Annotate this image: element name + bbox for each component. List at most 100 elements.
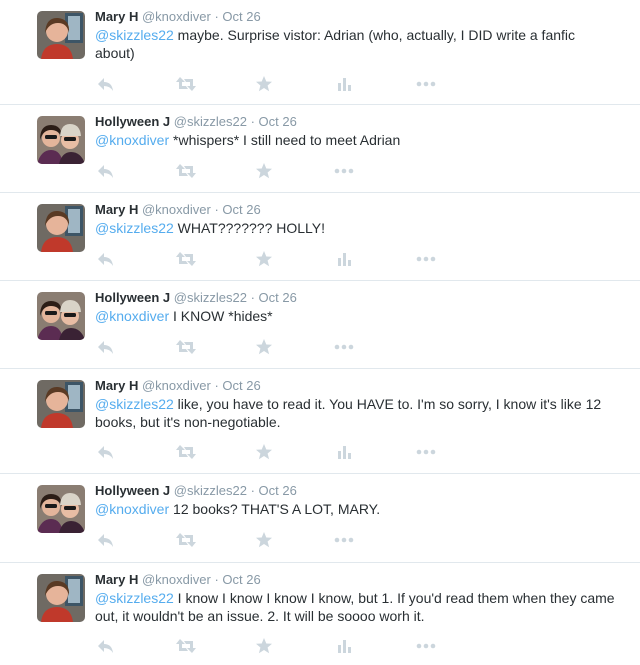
favorite-star-icon[interactable] — [253, 530, 275, 550]
retweet-icon[interactable] — [175, 161, 197, 181]
separator: · — [250, 483, 259, 498]
avatar[interactable] — [37, 204, 85, 252]
more-options-icon[interactable] — [333, 161, 355, 181]
tweet-header: Hollyween J @skizzles22 · Oct 26 — [95, 482, 297, 500]
tweet-timestamp[interactable]: Oct 26 — [259, 290, 297, 305]
avatar[interactable] — [37, 116, 85, 164]
stats-icon[interactable] — [333, 636, 355, 656]
mention-link[interactable]: @skizzles22 — [95, 220, 174, 236]
avatar[interactable] — [37, 485, 85, 533]
more-options-icon[interactable] — [415, 74, 437, 94]
user-handle[interactable]: @skizzles22 — [174, 483, 247, 498]
favorite-star-icon[interactable] — [253, 636, 275, 656]
favorite-star-icon[interactable] — [253, 74, 275, 94]
reply-icon[interactable] — [95, 636, 117, 656]
avatar[interactable] — [37, 11, 85, 59]
reply-icon[interactable] — [95, 337, 117, 357]
user-handle[interactable]: @skizzles22 — [174, 290, 247, 305]
reply-icon[interactable] — [95, 442, 117, 462]
tweet-header: Mary H @knoxdiver · Oct 26 — [95, 571, 261, 589]
user-handle[interactable]: @knoxdiver — [142, 572, 211, 587]
user-handle[interactable]: @knoxdiver — [142, 378, 211, 393]
more-options-icon[interactable] — [415, 249, 437, 269]
reply-icon[interactable] — [95, 530, 117, 550]
user-name[interactable]: Hollyween J — [95, 114, 170, 129]
tweet[interactable]: Hollyween J @skizzles22 · Oct 26 @knoxdi… — [0, 281, 640, 369]
favorite-star-icon[interactable] — [253, 249, 275, 269]
reply-icon[interactable] — [95, 74, 117, 94]
tweet-timestamp[interactable]: Oct 26 — [222, 9, 260, 24]
tweet-timestamp[interactable]: Oct 26 — [259, 483, 297, 498]
avatar[interactable] — [37, 574, 85, 622]
reply-icon[interactable] — [95, 249, 117, 269]
tweet-header: Mary H @knoxdiver · Oct 26 — [95, 377, 261, 395]
favorite-star-icon[interactable] — [253, 337, 275, 357]
tweet[interactable]: Hollyween J @skizzles22 · Oct 26 @knoxdi… — [0, 105, 640, 193]
tweet-body: *whispers* I still need to meet Adrian — [169, 132, 401, 148]
tweet-actions — [95, 249, 455, 269]
mention-link[interactable]: @knoxdiver — [95, 501, 169, 517]
user-name[interactable]: Mary H — [95, 572, 138, 587]
tweet-header: Hollyween J @skizzles22 · Oct 26 — [95, 289, 297, 307]
tweet-header: Mary H @knoxdiver · Oct 26 — [95, 201, 261, 219]
mention-link[interactable]: @skizzles22 — [95, 27, 174, 43]
mention-link[interactable]: @skizzles22 — [95, 396, 174, 412]
tweet-text: @knoxdiver I KNOW *hides* — [95, 307, 615, 325]
avatar[interactable] — [37, 380, 85, 428]
user-name[interactable]: Mary H — [95, 9, 138, 24]
tweet-actions — [95, 442, 455, 462]
tweet[interactable]: Hollyween J @skizzles22 · Oct 26 @knoxdi… — [0, 474, 640, 563]
tweet-text: @knoxdiver *whispers* I still need to me… — [95, 131, 615, 149]
tweet-actions — [95, 161, 455, 181]
retweet-icon[interactable] — [175, 636, 197, 656]
user-handle[interactable]: @knoxdiver — [142, 202, 211, 217]
tweet-text: @skizzles22 WHAT??????? HOLLY! — [95, 219, 615, 237]
user-name[interactable]: Mary H — [95, 378, 138, 393]
tweet-timestamp[interactable]: Oct 26 — [222, 572, 260, 587]
mention-link[interactable]: @skizzles22 — [95, 590, 174, 606]
favorite-star-icon[interactable] — [253, 442, 275, 462]
tweet-header: Hollyween J @skizzles22 · Oct 26 — [95, 113, 297, 131]
favorite-star-icon[interactable] — [253, 161, 275, 181]
tweet-timestamp[interactable]: Oct 26 — [222, 378, 260, 393]
more-options-icon[interactable] — [333, 530, 355, 550]
tweet-timestamp[interactable]: Oct 26 — [222, 202, 260, 217]
tweet-actions — [95, 636, 455, 656]
more-options-icon[interactable] — [333, 337, 355, 357]
tweet[interactable]: Mary H @knoxdiver · Oct 26 @skizzles22 W… — [0, 193, 640, 281]
user-name[interactable]: Hollyween J — [95, 290, 170, 305]
stats-icon[interactable] — [333, 74, 355, 94]
avatar[interactable] — [37, 292, 85, 340]
more-options-icon[interactable] — [415, 636, 437, 656]
tweet-timestamp[interactable]: Oct 26 — [259, 114, 297, 129]
retweet-icon[interactable] — [175, 74, 197, 94]
separator: · — [250, 290, 259, 305]
tweet-text: @skizzles22 like, you have to read it. Y… — [95, 395, 615, 431]
tweet-actions — [95, 530, 455, 550]
tweet-body: I KNOW *hides* — [169, 308, 273, 324]
stats-icon[interactable] — [333, 249, 355, 269]
more-options-icon[interactable] — [415, 442, 437, 462]
retweet-icon[interactable] — [175, 530, 197, 550]
retweet-icon[interactable] — [175, 249, 197, 269]
tweet-body: WHAT??????? HOLLY! — [173, 220, 326, 236]
tweet-header: Mary H @knoxdiver · Oct 26 — [95, 8, 261, 26]
retweet-icon[interactable] — [175, 442, 197, 462]
retweet-icon[interactable] — [175, 337, 197, 357]
stats-icon[interactable] — [333, 442, 355, 462]
reply-icon[interactable] — [95, 161, 117, 181]
user-name[interactable]: Mary H — [95, 202, 138, 217]
tweet-actions — [95, 337, 455, 357]
mention-link[interactable]: @knoxdiver — [95, 132, 169, 148]
tweet-body: 12 books? THAT'S A LOT, MARY. — [169, 501, 381, 517]
tweet[interactable]: Mary H @knoxdiver · Oct 26 @skizzles22 m… — [0, 0, 640, 105]
tweet-text: @knoxdiver 12 books? THAT'S A LOT, MARY. — [95, 500, 615, 518]
user-handle[interactable]: @skizzles22 — [174, 114, 247, 129]
tweet[interactable]: Mary H @knoxdiver · Oct 26 @skizzles22 l… — [0, 369, 640, 474]
separator: · — [250, 114, 259, 129]
user-handle[interactable]: @knoxdiver — [142, 9, 211, 24]
user-name[interactable]: Hollyween J — [95, 483, 170, 498]
tweet[interactable]: Mary H @knoxdiver · Oct 26 @skizzles22 I… — [0, 563, 640, 665]
mention-link[interactable]: @knoxdiver — [95, 308, 169, 324]
tweet-text: @skizzles22 maybe. Surprise vistor: Adri… — [95, 26, 615, 62]
